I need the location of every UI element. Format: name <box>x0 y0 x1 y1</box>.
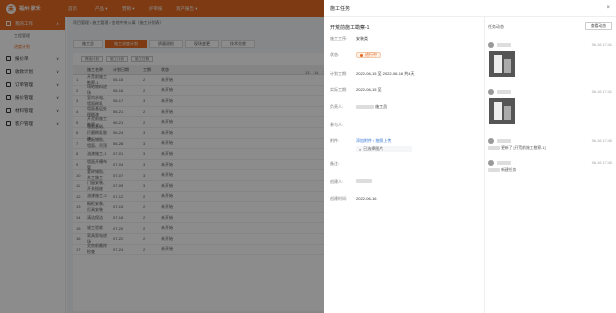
field-label: 施工工序: <box>330 36 348 41</box>
activity-entry: 06-16 17:41 <box>488 42 612 77</box>
status-text: 进行中 <box>365 52 377 57</box>
redacted-name <box>497 43 511 47</box>
owner-role: 施工员 <box>375 104 388 109</box>
task-title: 开荒前施工勘察-1 <box>330 25 370 31</box>
field-label: 创建时间: <box>330 196 348 201</box>
field-label: 参与人: <box>330 122 344 127</box>
drawer-title: 施工任务 <box>330 5 351 12</box>
avatar <box>488 160 494 166</box>
field-plan-period: 计划工期: 2022-06-15 至 2022-06-16 共4天 <box>330 71 414 77</box>
field-creator: 创建人: <box>330 179 372 185</box>
field-status: 状态: 进行中 <box>330 52 381 58</box>
avatar <box>488 138 494 144</box>
redacted-name <box>356 104 374 109</box>
activity-time: 06-16 17:41 <box>591 43 612 47</box>
redacted-name <box>356 179 372 183</box>
redacted-name <box>497 161 511 165</box>
field-value: 2022-06-16 <box>356 196 377 201</box>
view-activity-button[interactable]: 查看动态 <box>584 22 612 30</box>
field-value: 2022-06-15 至 2022-06-16 共4天 <box>356 71 415 76</box>
activity-text: 更新了 [开荒前施工勘察-1] <box>501 146 546 150</box>
field-participants: 参与人: <box>330 122 356 128</box>
activity-entry: 06-16 17:41 <box>488 89 612 124</box>
field-value[interactable]: 2022-06-15 至 <box>356 87 382 93</box>
field-remark: 备注: <box>330 161 356 167</box>
redacted-name <box>488 168 500 172</box>
site-photo[interactable] <box>489 98 515 124</box>
activity-title: 任务动态 <box>488 24 504 29</box>
activity-entry: 06-16 17:40 新建任务 <box>488 160 612 173</box>
drawer-header: 施工任务 × <box>324 0 616 17</box>
field-attachment: 附件: 添加附件 / 拍照上传 ⌕ 已选择图片 <box>330 138 412 152</box>
status-badge[interactable]: 进行中 <box>356 52 381 58</box>
field-label: 备注: <box>330 161 340 166</box>
activity-time: 06-16 17:40 <box>591 161 612 165</box>
field-label: 实际工期: <box>330 87 348 92</box>
attachment-name: 已选择图片 <box>363 146 384 151</box>
field-created-time: 创建时间: 2022-06-16 <box>330 196 376 202</box>
field-label: 状态: <box>330 52 340 57</box>
site-photo[interactable] <box>489 51 515 77</box>
attachment-file[interactable]: ⌕ 已选择图片 <box>356 146 412 152</box>
status-dot-icon <box>360 53 363 57</box>
avatar <box>488 89 494 95</box>
task-detail-drawer: 施工任务 × 开荒前施工勘察-1 施工工序: 安装类 状态: 进行中 计划工期: 20… <box>324 0 616 313</box>
close-icon[interactable]: × <box>606 5 610 11</box>
attachment-box: 添加附件 / 拍照上传 ⌕ 已选择图片 <box>356 138 412 152</box>
field-value[interactable]: 施工员 <box>356 104 387 110</box>
field-label: 计划工期: <box>330 71 348 76</box>
redacted-name <box>488 146 500 150</box>
activity-message: 新建任务 <box>488 168 612 173</box>
activity-entry: 06-16 17:40 更新了 [开荒前施工勘察-1] <box>488 138 612 151</box>
field-owner: 负责人: 施工员 <box>330 104 387 110</box>
redacted-name <box>497 90 511 94</box>
activity-text: 新建任务 <box>501 168 517 172</box>
paperclip-icon: ⌕ <box>359 146 362 152</box>
activity-time: 06-16 17:40 <box>591 139 612 143</box>
field-value: 安装类 <box>356 36 368 41</box>
divider <box>484 17 485 313</box>
activity-time: 06-16 17:41 <box>591 90 612 94</box>
field-label: 创建人: <box>330 179 344 184</box>
activity-panel: 任务动态 查看动态 06-16 17:41 06-16 17:41 06-16 … <box>488 17 612 313</box>
redacted-name <box>497 139 511 143</box>
activity-message: 更新了 [开荒前施工勘察-1] <box>488 146 612 151</box>
field-label: 附件: <box>330 138 340 143</box>
avatar <box>488 42 494 48</box>
field-label: 负责人: <box>330 104 344 109</box>
field-actual-period: 实际工期: 2022-06-15 至 <box>330 87 382 93</box>
add-attachment-link[interactable]: 添加附件 / 拍照上传 <box>356 138 391 143</box>
field-process: 施工工序: 安装类 <box>330 36 368 42</box>
